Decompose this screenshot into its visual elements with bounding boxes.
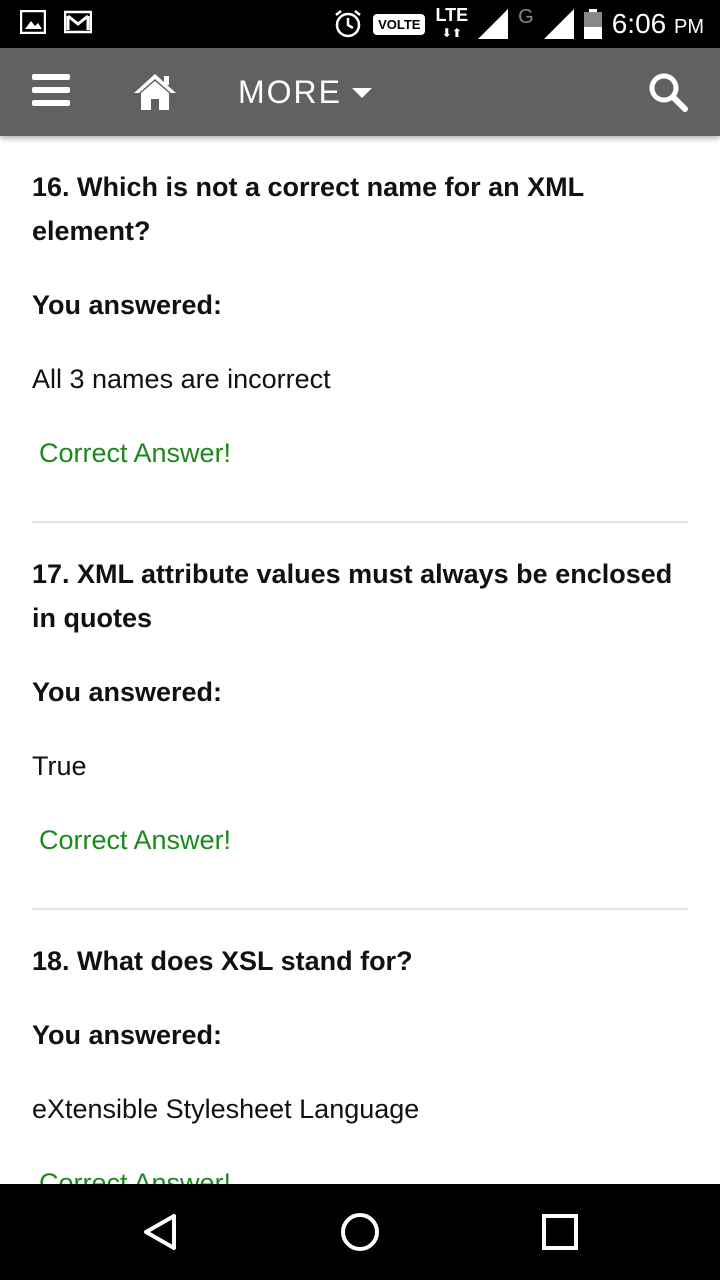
question-block: 16. Which is not a correct name for an X… (0, 136, 720, 523)
signal-icon (543, 9, 574, 39)
caret-down-icon (352, 88, 372, 98)
menu-button[interactable] (32, 74, 70, 108)
menu-icon-bar (32, 74, 70, 80)
data-arrows-icon: ⬇⬆ (441, 26, 462, 40)
question-block: 18. What does XSL stand for? You answere… (0, 910, 720, 1184)
more-dropdown[interactable]: MORE (238, 72, 372, 112)
network-g-label: G (518, 5, 534, 28)
more-label: MORE (238, 73, 342, 110)
result-verdict: Correct Answer! (39, 825, 232, 855)
question-text: 17. XML attribute values must always be … (32, 559, 673, 633)
system-nav-bar (0, 1184, 720, 1280)
menu-icon-bar (32, 100, 70, 106)
user-answer: eXtensible Stylesheet Language (32, 1094, 420, 1124)
lte-label: LTE ⬇⬆ (435, 5, 469, 41)
user-answer: All 3 names are incorrect (32, 364, 331, 394)
you-answered-label: You answered: (32, 290, 223, 320)
clock: 6:06 PM (612, 8, 704, 40)
gmail-icon (64, 10, 92, 34)
status-indicators: VOLTE LTE ⬇⬆ G 6:06 PM (333, 6, 704, 42)
clock-time: 6:06 (611, 8, 667, 39)
notification-icons (20, 10, 92, 34)
home-icon[interactable] (134, 72, 176, 112)
signal-icon (478, 9, 509, 39)
back-icon[interactable] (140, 1212, 180, 1252)
recents-icon[interactable] (540, 1212, 580, 1252)
home-circle-icon[interactable] (340, 1212, 380, 1252)
result-verdict: Correct Answer! (39, 438, 232, 468)
question-text: 16. Which is not a correct name for an X… (32, 172, 584, 246)
image-icon (20, 10, 46, 34)
quiz-results: 16. Which is not a correct name for an X… (0, 136, 720, 1184)
alarm-icon (335, 10, 361, 38)
question-block: 17. XML attribute values must always be … (0, 523, 720, 910)
menu-icon-bar (32, 87, 70, 93)
battery-icon (583, 9, 602, 39)
app-toolbar: MORE (0, 48, 720, 136)
search-icon[interactable] (648, 72, 688, 112)
result-verdict: Correct Answer! (39, 1168, 232, 1184)
question-text: 18. What does XSL stand for? (32, 946, 413, 976)
clock-ampm: PM (674, 16, 704, 38)
you-answered-label: You answered: (32, 677, 223, 707)
user-answer: True (32, 751, 87, 781)
volte-badge: VOLTE (373, 13, 426, 35)
status-bar: VOLTE LTE ⬇⬆ G 6:06 PM (0, 0, 720, 48)
you-answered-label: You answered: (32, 1020, 223, 1050)
lte-text: LTE (435, 5, 469, 25)
